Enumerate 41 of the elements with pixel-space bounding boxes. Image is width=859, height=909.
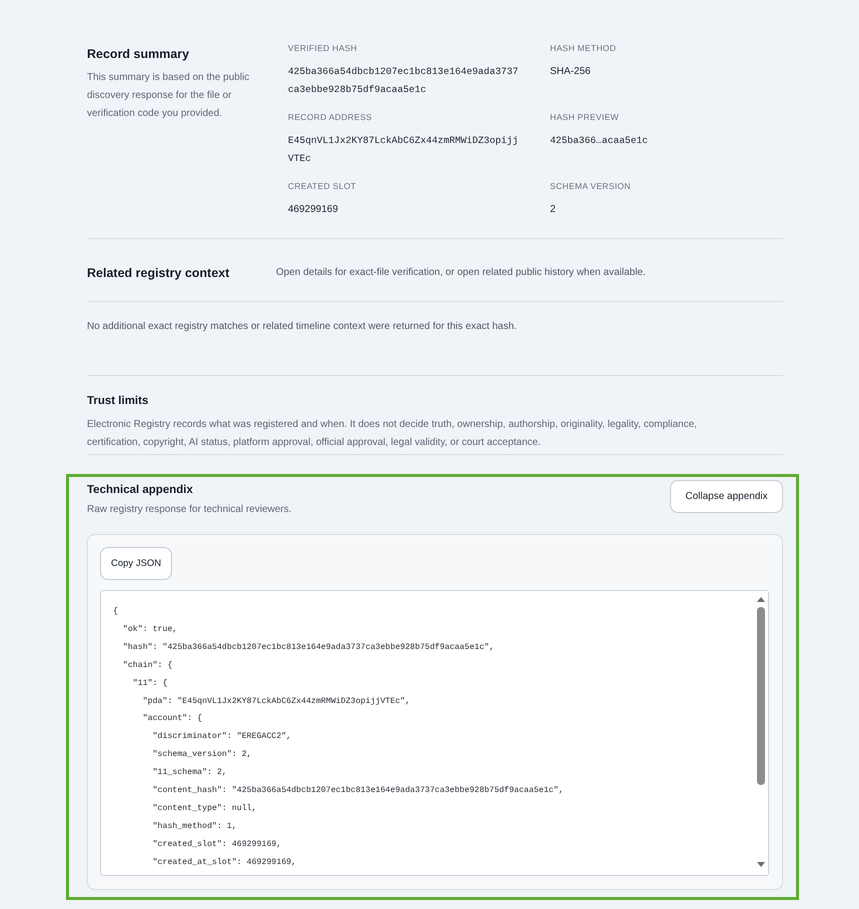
code-line: "hash": "425ba366a54dbcb1207ec1bc813e164e9ada3737ca3ebbe928b75df9acaa5e1c",: [122, 642, 496, 654]
collapse-appendix-button[interactable]: Collapse appendix: [670, 480, 783, 513]
section-title: Related registry context: [87, 265, 230, 282]
code-line: "hash_method": 1,: [152, 820, 238, 833]
field-value: 2: [550, 203, 557, 217]
code-line: "chain": {: [122, 660, 174, 672]
code-line: "created_at_slot": 469299169,: [152, 856, 298, 869]
code-line: "account": {: [142, 713, 204, 726]
section-description: This summary is based on the public discovery response for the file or verification code you provided.: [87, 71, 250, 121]
code-line: {: [113, 606, 119, 618]
field-value: SHA-256: [550, 65, 592, 79]
code-line: "discriminator": "EREGACC2",: [152, 731, 292, 744]
scroll-down-icon[interactable]: [757, 862, 765, 867]
field-label: HASH METHOD: [550, 42, 618, 55]
code-line: "content_hash": "425ba366a54dbcb1207ec1bc813e164e9ada3737ca3ebbe928b75df9acaa5e1c",: [152, 785, 565, 798]
field-value: E45qnVL1Jx2KY87LckAbC6Zx44zmRMWiDZ3opijjVTEc: [288, 134, 520, 166]
code-line: "schema_version": 2,: [152, 749, 253, 762]
field-label: HASH PREVIEW: [550, 111, 620, 124]
code-line: "ok": true,: [122, 624, 178, 636]
field-label: SCHEMA VERSION: [550, 180, 632, 193]
field-label: CREATED SLOT: [288, 180, 358, 193]
field-value: 469299169: [288, 203, 340, 217]
scrollbar-thumb[interactable]: [757, 607, 765, 785]
code-line: "pda": "E45qnVL1Jx2KY87LckAbC6Zx44zmRMWiDZ3opijjVTEc",: [142, 696, 412, 708]
empty-state-message: No additional exact registry matches or related timeline context were returned for this exact hash.: [87, 320, 518, 334]
section-title: Trust limits: [87, 394, 150, 409]
field-value: 425ba366a54dbcb1207ec1bc813e164e9ada3737ca3ebbe928b75df9acaa5e1c: [288, 65, 520, 97]
code-line: "created_slot": 469299169,: [152, 838, 282, 851]
section-title: Record summary: [87, 46, 190, 63]
section-description: Open details for exact-file verification, or open related public history when available.: [276, 266, 647, 280]
scroll-up-icon[interactable]: [757, 597, 765, 602]
copy-json-button[interactable]: Copy JSON: [100, 547, 172, 580]
section-subtitle: Raw registry response for technical reviewers.: [87, 503, 292, 517]
field-label: RECORD ADDRESS: [288, 111, 374, 124]
code-line: "content_type": null,: [152, 802, 258, 815]
trust-limits-text: Electronic Registry records what was registered and when. It does not decide truth, ownership, authorship, originality, legality, compliance, certification, copyright, AI status, platform approval, official approval, legal validity, or court acceptance.: [87, 418, 698, 450]
field-value: 425ba366…acaa5e1c: [550, 134, 649, 148]
code-line: "11_schema": 2,: [152, 767, 228, 780]
section-title: Technical appendix: [87, 483, 194, 498]
field-label: VERIFIED HASH: [288, 42, 358, 55]
code-line: "11": {: [132, 678, 168, 690]
